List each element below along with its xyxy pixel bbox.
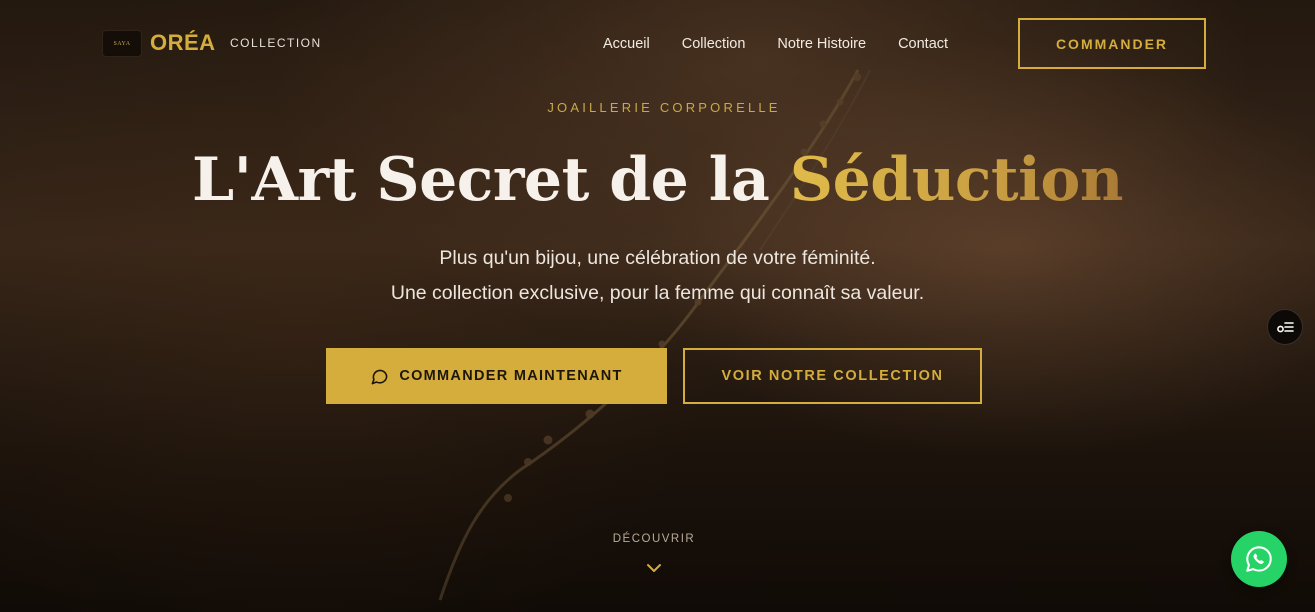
settings-toggle-icon <box>1277 322 1294 333</box>
commander-maintenant-label: COMMANDER MAINTENANT <box>399 368 623 384</box>
hero-headline: L'Art Secret de la Séduction <box>0 145 1315 215</box>
voir-collection-button[interactable]: VOIR NOTRE COLLECTION <box>683 348 982 404</box>
hero-headline-accent: Séduction <box>789 145 1124 215</box>
hero-headline-main: L'Art Secret de la <box>191 145 790 215</box>
brand-name[interactable]: ORÉA <box>150 30 216 56</box>
hero-subtitle-line-2: Une collection exclusive, pour la femme … <box>390 282 925 304</box>
whatsapp-icon <box>1246 546 1272 572</box>
brand-subtitle: COLLECTION <box>230 36 322 50</box>
chat-bubble-icon <box>371 369 388 384</box>
nav-link-notre-histoire[interactable]: Notre Histoire <box>777 36 866 52</box>
logo-badge-text: SAYA <box>113 40 131 47</box>
settings-toggle-button[interactable] <box>1267 309 1303 345</box>
top-navigation: SAYA ORÉA COLLECTION Accueil Collection … <box>0 0 1315 86</box>
chevron-down-icon[interactable] <box>646 562 662 574</box>
commander-button[interactable]: COMMANDER <box>1018 18 1206 69</box>
hero-eyebrow: JOAILLERIE CORPORELLE <box>547 100 781 115</box>
discover-label[interactable]: DÉCOUVRIR <box>0 533 1308 545</box>
whatsapp-button[interactable] <box>1231 531 1287 587</box>
logo-badge[interactable]: SAYA <box>102 30 142 57</box>
nav-link-accueil[interactable]: Accueil <box>603 36 650 52</box>
hero-subtitle-line-1: Plus qu'un bijou, une célébration de vot… <box>439 247 876 269</box>
nav-links: Accueil Collection Notre Histoire Contac… <box>603 36 948 52</box>
hero-background <box>0 0 1315 612</box>
nav-link-collection[interactable]: Collection <box>682 36 746 52</box>
commander-maintenant-button[interactable]: COMMANDER MAINTENANT <box>326 348 667 404</box>
nav-link-contact[interactable]: Contact <box>898 36 948 52</box>
